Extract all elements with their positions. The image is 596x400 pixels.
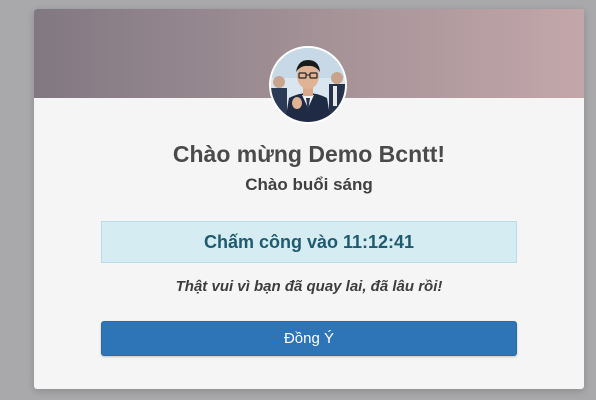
user-avatar-icon [271,48,345,122]
confirm-button[interactable]: Đồng Ý [101,321,517,356]
avatar [269,46,347,124]
checkin-time-text: Chấm công vào 11:12:41 [203,231,415,252]
welcome-modal: Chào mừng Demo Bcntt! Chào buổi sáng Chấ… [34,9,584,389]
welcome-message: Thật vui vì bạn đã quay lai, đã lâu rồi! [175,278,443,295]
checkin-status-box: Chấm công vào 11:12:41 [101,221,517,263]
greeting-title: Chào mừng Demo Bcntt! [172,141,446,167]
greeting-subtitle: Chào buổi sáng [245,175,373,194]
